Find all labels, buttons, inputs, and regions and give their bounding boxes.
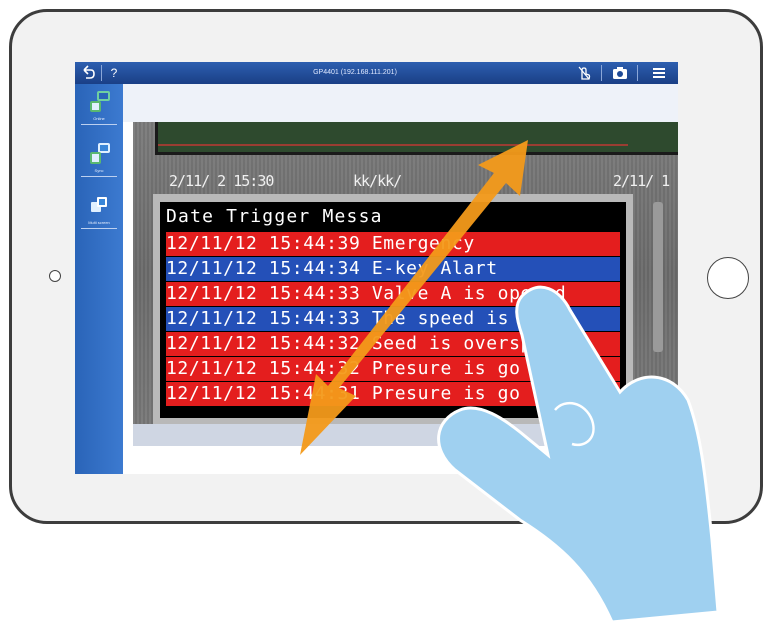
back-arrow-icon[interactable]	[79, 62, 97, 84]
sidebar-item-sync[interactable]: Sync	[79, 140, 119, 190]
sidebar-divider	[81, 228, 117, 229]
sidebar-item-label: Multi screen	[88, 220, 110, 225]
sidebar-item-label: Online	[93, 116, 105, 121]
alarm-row[interactable]: 12/11/12 15:44:33 Valve A is opened	[166, 282, 620, 306]
sidebar-item-multi-screen[interactable]: Multi screen	[79, 192, 119, 242]
sync-icon	[89, 142, 111, 166]
timestamp-right: 2/11/ 1	[613, 172, 670, 190]
sidebar-item-online[interactable]: Online	[79, 88, 119, 138]
hamburger-menu-icon[interactable]	[650, 62, 668, 84]
alarm-row[interactable]: 12/11/12 15:44:32 Presure is go	[166, 357, 620, 381]
sidebar-divider	[81, 124, 117, 125]
content-footer-strip	[133, 424, 678, 446]
alarm-row[interactable]: 12/11/12 15:44:33 The speed is sett	[166, 307, 620, 331]
vertical-scrollbar[interactable]	[653, 202, 663, 352]
timestamp-middle: kk/kk/	[353, 172, 402, 190]
sidebar-item-label: Sync	[94, 168, 104, 173]
top-bar: ? GP4401 (192.168.111.201)	[75, 62, 678, 84]
topbar-divider	[101, 65, 102, 81]
alarm-row[interactable]: 12/11/12 15:44:39 Emergency	[166, 232, 620, 256]
camera-icon[interactable]	[610, 62, 630, 84]
tablet-screen: ? GP4401 (192.168.111.201) Online Sync M…	[75, 62, 678, 474]
online-icon	[89, 90, 111, 114]
alarm-row[interactable]: 12/11/12 15:44:31 Presure is go	[166, 382, 620, 406]
trend-graph-panel	[155, 122, 678, 155]
topbar-divider	[637, 65, 638, 81]
multi-screen-icon	[89, 194, 111, 218]
help-button[interactable]: ?	[107, 62, 121, 84]
alarm-row[interactable]: 12/11/12 15:44:34 E-key Alart	[166, 257, 620, 281]
alarm-row[interactable]: 12/11/12 15:44:32 Seed is overspeed	[166, 332, 620, 356]
home-button[interactable]	[707, 257, 749, 299]
device-title: GP4401 (192.168.111.201)	[313, 69, 397, 76]
sidebar: Online Sync Multi screen	[75, 84, 123, 474]
alarm-list-header: Date Trigger Messa	[166, 206, 383, 227]
front-camera	[49, 270, 61, 282]
content-header-strip	[123, 84, 678, 122]
touch-gesture-icon[interactable]	[575, 62, 593, 84]
topbar-divider	[601, 65, 602, 81]
timestamp-left: 2/11/ 2 15:30	[169, 172, 274, 190]
trend-line	[158, 144, 628, 146]
main-content: 2/11/ 2 15:30 kk/kk/ 2/11/ 1 Date Trigge…	[123, 84, 678, 474]
sidebar-divider	[81, 176, 117, 177]
alarm-message-list[interactable]: Date Trigger Messa 12/11/12 15:44:39 Eme…	[160, 202, 626, 418]
hmi-screen[interactable]: 2/11/ 2 15:30 kk/kk/ 2/11/ 1 Date Trigge…	[133, 122, 678, 424]
